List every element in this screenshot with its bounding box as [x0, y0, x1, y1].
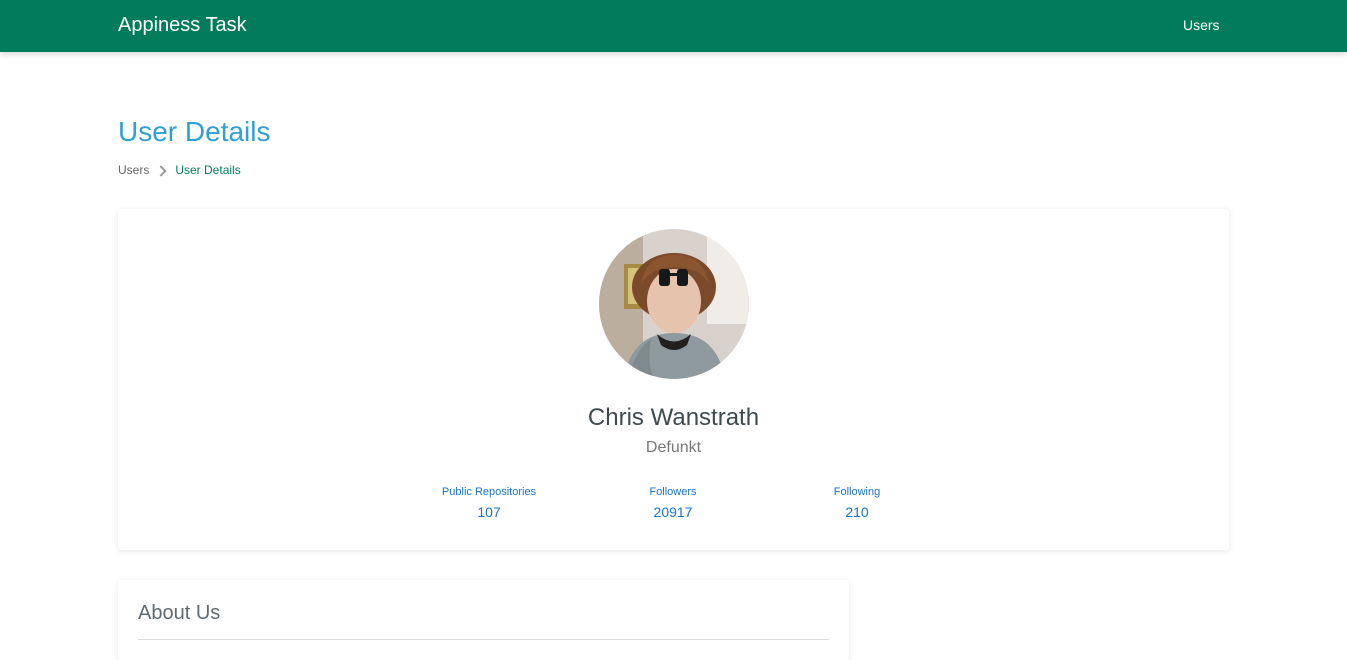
brand-link[interactable]: Appiness Task	[118, 13, 247, 37]
chevron-right-icon	[155, 164, 168, 177]
stat-public-repositories: Public Repositories 107	[409, 485, 569, 521]
about-title: About Us	[138, 602, 221, 624]
stat-value: 210	[845, 504, 869, 520]
breadcrumb-current: User Details	[175, 163, 241, 177]
stat-followers: Followers 20917	[593, 485, 753, 521]
stat-following: Following 210	[777, 485, 937, 521]
about-card: About Us	[118, 580, 849, 660]
avatar	[599, 229, 749, 379]
breadcrumb: Users User Details	[118, 163, 241, 178]
nav-link-users[interactable]: Users	[1183, 16, 1220, 34]
profile-login: Defunkt	[645, 439, 702, 456]
breadcrumb-users-link[interactable]: Users	[118, 163, 149, 178]
stat-value: 107	[477, 504, 501, 520]
stat-label: Following	[833, 486, 881, 498]
top-navbar: Appiness Task Users	[0, 0, 1347, 52]
stat-label: Followers	[649, 486, 697, 498]
stat-value: 20917	[653, 504, 693, 520]
stat-label: Public Repositories	[441, 486, 537, 498]
about-divider	[138, 639, 829, 640]
avatar-image	[599, 229, 749, 379]
profile-card: Chris Wanstrath Defunkt Public Repositor…	[118, 209, 1229, 550]
page-title: User Details	[118, 116, 271, 147]
profile-name: Chris Wanstrath	[587, 404, 760, 431]
